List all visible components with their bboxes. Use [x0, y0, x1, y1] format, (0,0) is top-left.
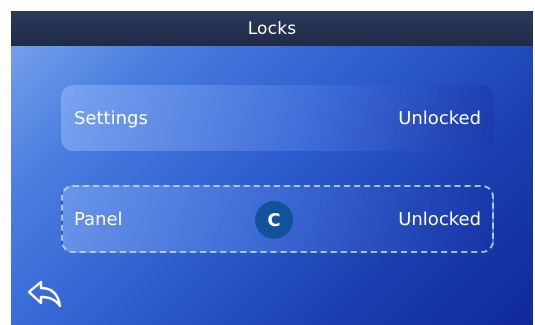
title-bar: Locks [11, 11, 533, 46]
back-arrow-icon [27, 280, 62, 308]
panel-lock-label: Panel [74, 208, 123, 230]
page-title: Locks [247, 18, 297, 39]
back-button[interactable] [25, 278, 65, 314]
settings-lock-label: Settings [74, 107, 148, 129]
panel-lock-badge: C [255, 201, 293, 239]
locks-screen: Locks Settings Unlocked Panel C Unlocked [11, 11, 533, 325]
settings-lock-row[interactable]: Settings Unlocked [61, 85, 494, 151]
panel-lock-status: Unlocked [398, 208, 481, 230]
settings-lock-status: Unlocked [398, 107, 481, 129]
panel-lock-row[interactable]: Panel C Unlocked [61, 185, 494, 253]
